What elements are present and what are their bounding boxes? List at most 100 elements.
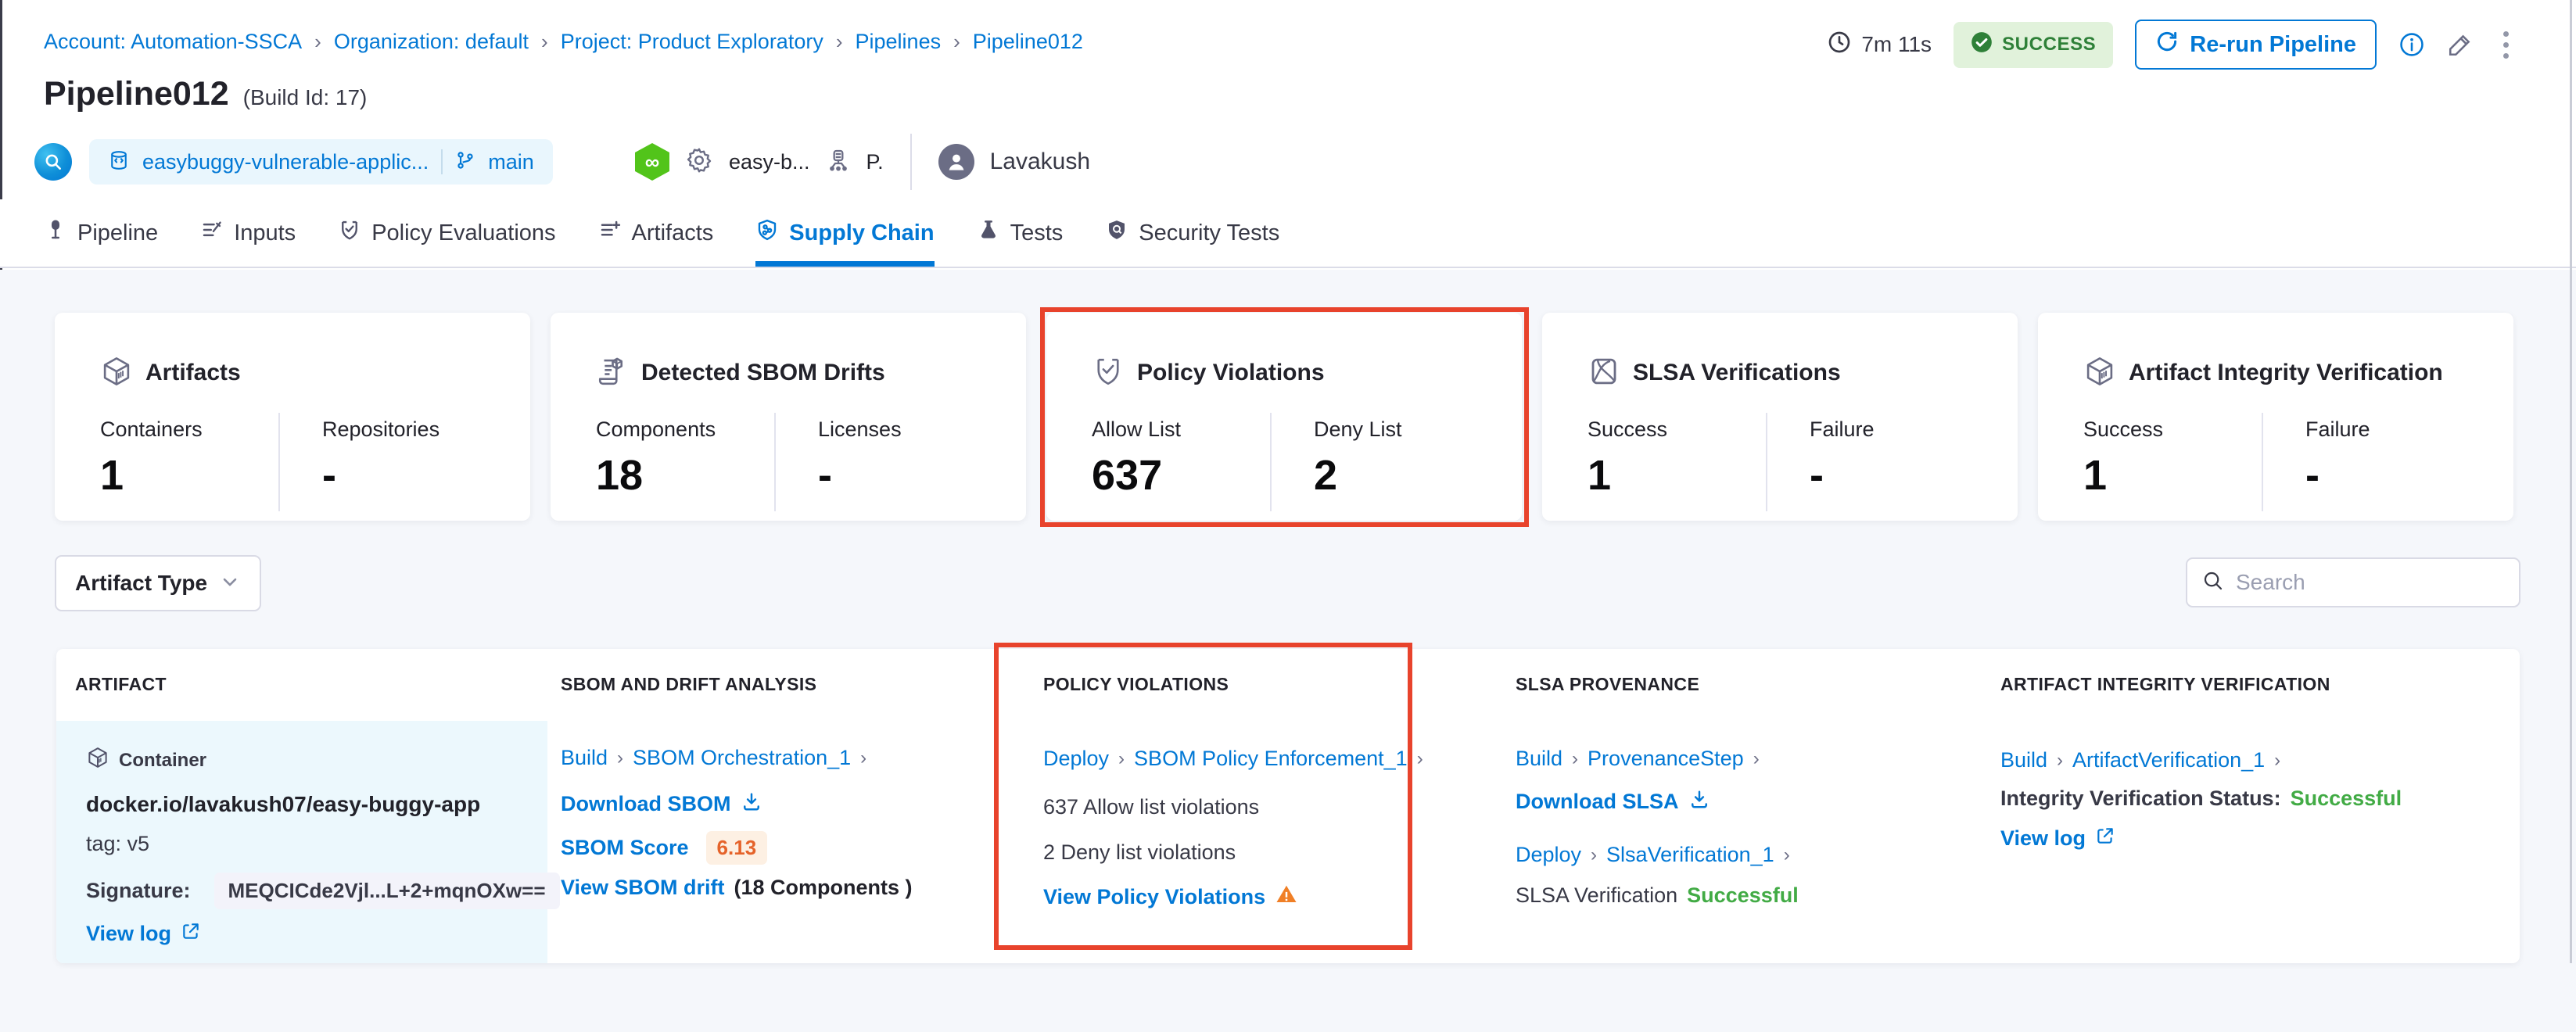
view-log-link[interactable]: View log bbox=[2000, 826, 2086, 851]
chevron-separator: › bbox=[2274, 750, 2280, 772]
slsa-icon bbox=[1588, 355, 1620, 392]
search-input[interactable] bbox=[2236, 570, 2505, 595]
chevron-separator: › bbox=[617, 747, 623, 769]
duration-text: 7m 11s bbox=[1861, 32, 1932, 57]
metric-failure: Failure - bbox=[2262, 417, 2370, 500]
metric-label: Success bbox=[1588, 417, 1766, 442]
cube-icon bbox=[100, 355, 133, 392]
info-icon[interactable] bbox=[2398, 31, 2425, 58]
pill-divider bbox=[441, 149, 443, 174]
shield-check-icon bbox=[1092, 355, 1125, 392]
step-link[interactable]: SlsaVerification_1 bbox=[1606, 843, 1774, 867]
sbom-score-link[interactable]: SBOM Score bbox=[561, 836, 689, 860]
breadcrumb-pipelines[interactable]: Pipelines bbox=[856, 30, 942, 54]
external-link-icon bbox=[181, 921, 201, 947]
sbom-drift-components: (18 Components ) bbox=[734, 876, 913, 900]
tab-pipeline[interactable]: Pipeline bbox=[44, 199, 158, 267]
view-policy-violations-link[interactable]: View Policy Violations bbox=[1043, 885, 1265, 909]
ci-trigger-icon: ∞ bbox=[635, 143, 669, 181]
execution-actions: 7m 11s SUCCESS Re-run Pipeline bbox=[1827, 19, 2517, 70]
card-artifact-integrity-verification: Artifact Integrity Verification Success … bbox=[2038, 313, 2513, 521]
branch-name[interactable]: main bbox=[488, 150, 534, 174]
edit-pipeline-icon[interactable] bbox=[2447, 31, 2474, 58]
stage-link[interactable]: Build bbox=[561, 746, 608, 770]
metric-value: 2 bbox=[1314, 451, 1402, 500]
metric-failure: Failure - bbox=[1766, 417, 1875, 500]
view-sbom-drift-row: View SBOM drift (18 Components ) bbox=[561, 876, 913, 900]
scrollbar[interactable] bbox=[2570, 0, 2572, 963]
artifact-signature-row: Signature: MEQCICde2Vjl...L+2+mqnOXw== bbox=[86, 873, 560, 909]
git-branch-icon bbox=[455, 150, 475, 174]
signature-label: Signature: bbox=[86, 879, 191, 903]
integrity-status-label: Integrity Verification Status: bbox=[2000, 787, 2281, 811]
view-log-link[interactable]: View log bbox=[86, 922, 171, 946]
status-badge-label: SUCCESS bbox=[2002, 34, 2096, 56]
download-icon bbox=[1688, 788, 1710, 815]
card-title: Artifact Integrity Verification bbox=[2129, 360, 2443, 386]
metric-repositories: Repositories - bbox=[278, 417, 439, 500]
artifact-image-name: docker.io/lavakush07/easy-buggy-app bbox=[86, 792, 480, 817]
stage-link[interactable]: Build bbox=[1516, 747, 1562, 771]
download-slsa-link[interactable]: Download SLSA bbox=[1516, 790, 1679, 814]
tab-tests[interactable]: Tests bbox=[977, 199, 1064, 267]
repo-pill[interactable]: easybuggy-vulnerable-applic... main bbox=[89, 139, 553, 185]
metric-label: Containers bbox=[100, 417, 278, 442]
tab-supply-chain[interactable]: Supply Chain bbox=[755, 199, 934, 267]
download-slsa-row: Download SLSA bbox=[1516, 788, 1710, 815]
metric-label: Allow List bbox=[1092, 417, 1270, 442]
sbom-score-row: SBOM Score 6.13 bbox=[561, 831, 767, 865]
stage-link[interactable]: Deploy bbox=[1043, 747, 1109, 771]
artifacts-table: ARTIFACT SBOM AND DRIFT ANALYSIS POLICY … bbox=[56, 649, 2520, 963]
page-title: Pipeline012 bbox=[44, 75, 229, 113]
allow-list-violations: 637 Allow list violations bbox=[1043, 795, 1259, 819]
trigger-short-name[interactable]: P. bbox=[866, 150, 884, 174]
chevron-separator: › bbox=[1753, 748, 1760, 770]
supply-chain-icon bbox=[755, 218, 779, 248]
view-sbom-drift-link[interactable]: View SBOM drift bbox=[561, 876, 725, 900]
breadcrumb-project[interactable]: Project: Product Exploratory bbox=[561, 30, 823, 54]
step-link[interactable]: ProvenanceStep bbox=[1588, 747, 1744, 771]
metric-value: - bbox=[322, 451, 439, 500]
breadcrumb-organization[interactable]: Organization: default bbox=[334, 30, 529, 54]
download-sbom-link[interactable]: Download SBOM bbox=[561, 792, 731, 816]
search-box bbox=[2186, 557, 2520, 607]
step-link[interactable]: ArtifactVerification_1 bbox=[2072, 748, 2265, 772]
step-link[interactable]: SBOM Orchestration_1 bbox=[633, 746, 851, 770]
cube-icon bbox=[2083, 355, 2116, 392]
card-title: Policy Violations bbox=[1137, 360, 1325, 386]
step-link[interactable]: SBOM Policy Enforcement_1 bbox=[1134, 747, 1408, 771]
status-badge: SUCCESS bbox=[1954, 22, 2113, 68]
metric-value: 1 bbox=[100, 451, 278, 500]
metric-components: Components 18 bbox=[596, 417, 774, 500]
rerun-pipeline-button[interactable]: Re-run Pipeline bbox=[2135, 20, 2377, 70]
slsa-status-label: SLSA Verification bbox=[1516, 883, 1677, 908]
stage-link[interactable]: Build bbox=[2000, 748, 2047, 772]
breadcrumb-account[interactable]: Account: Automation-SSCA bbox=[44, 30, 302, 54]
tab-tests-label: Tests bbox=[1010, 220, 1064, 246]
inputs-icon bbox=[200, 218, 224, 248]
tab-artifacts[interactable]: Artifacts bbox=[598, 199, 714, 267]
breadcrumb-pipeline012[interactable]: Pipeline012 bbox=[973, 30, 1083, 54]
metric-label: Repositories bbox=[322, 417, 439, 442]
stage-link[interactable]: Deploy bbox=[1516, 843, 1581, 867]
user-avatar bbox=[938, 144, 974, 180]
card-artifacts: Artifacts Containers 1 Repositories - bbox=[55, 313, 530, 521]
more-options-icon[interactable] bbox=[2495, 28, 2517, 62]
tab-policy-evaluations[interactable]: Policy Evaluations bbox=[338, 199, 555, 267]
deny-list-violations: 2 Deny list violations bbox=[1043, 840, 1236, 865]
chevron-separator: › bbox=[1417, 748, 1423, 770]
chevron-separator: › bbox=[1118, 748, 1125, 770]
artifact-type-select[interactable]: Artifact Type bbox=[55, 555, 261, 611]
tab-security-tests[interactable]: Security Tests bbox=[1105, 199, 1279, 267]
repo-name[interactable]: easybuggy-vulnerable-applic... bbox=[142, 150, 429, 174]
signature-value-chip[interactable]: MEQCICde2Vjl...L+2+mqnOXw== bbox=[214, 873, 560, 909]
tab-inputs[interactable]: Inputs bbox=[200, 199, 296, 267]
breadcrumb-separator: › bbox=[953, 30, 960, 54]
metric-label: Licenses bbox=[818, 417, 902, 442]
security-shield-icon bbox=[1105, 218, 1128, 248]
trigger-pipeline-name[interactable]: easy-b... bbox=[729, 150, 810, 174]
sbom-step-breadcrumb: Build › SBOM Orchestration_1 › bbox=[561, 746, 866, 770]
chevron-separator: › bbox=[1784, 844, 1790, 866]
tab-artifacts-label: Artifacts bbox=[632, 220, 714, 246]
metric-label: Success bbox=[2083, 417, 2262, 442]
